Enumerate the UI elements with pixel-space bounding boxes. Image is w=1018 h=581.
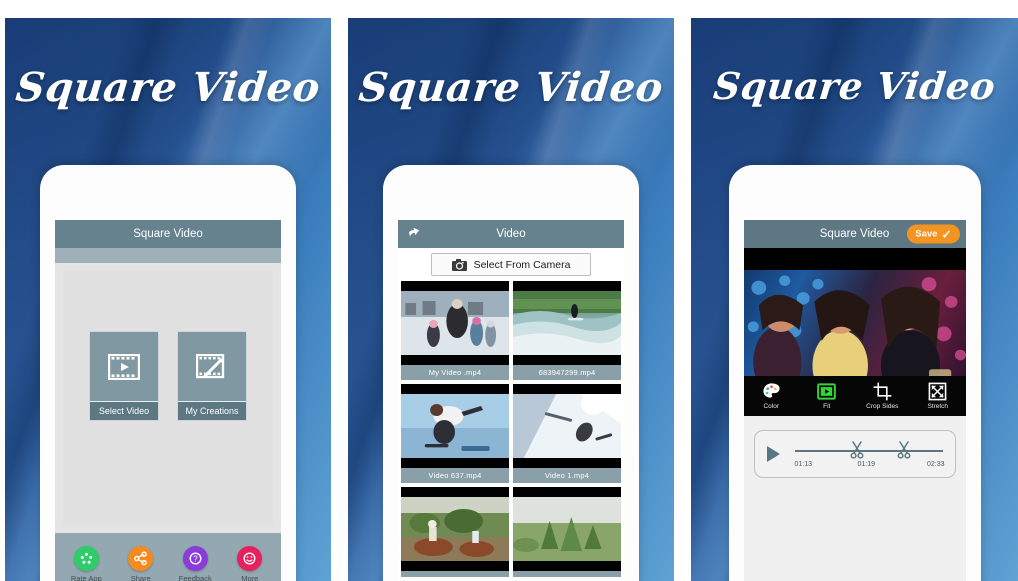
video-name: Video 637.mp4 — [401, 468, 509, 483]
video-thumbnail — [513, 281, 621, 365]
panel-1-content-area: Select Video My Creations — [55, 263, 281, 533]
panel-2-app-bar: Video — [398, 220, 624, 248]
panel-1-card: Select Video My Creations — [63, 271, 273, 525]
panel-3-phone-mockup: Square Video Save ✓ Color Fit Crop Sides… — [728, 165, 981, 581]
palette-icon — [762, 382, 781, 401]
film-wand-icon — [178, 332, 246, 401]
svg-text:?: ? — [193, 554, 198, 563]
edit-tool-stretch-label: Stretch — [927, 403, 949, 410]
video-name — [513, 571, 621, 577]
edit-tool-color[interactable]: Color — [745, 382, 797, 410]
skateboard-jump-scene — [401, 394, 509, 458]
video-thumbnail — [401, 281, 509, 365]
footer-share[interactable]: Share — [115, 545, 167, 581]
panel-1-subbar — [55, 248, 281, 263]
panel-3-content-area: Color Fit Crop Sides Stretch 01:13 01:19… — [743, 248, 966, 581]
video-thumbnail — [401, 487, 509, 571]
scissors-icon[interactable] — [850, 441, 864, 459]
select-video-tile[interactable]: Select Video — [89, 331, 159, 421]
video-thumbnail — [401, 384, 509, 468]
share-nodes-icon — [128, 545, 154, 571]
trim-mid-time: 01:19 — [857, 461, 876, 468]
footer-rate-app-label: Rate App — [70, 573, 102, 581]
star-circle-icon — [73, 545, 99, 571]
panel-2-phone-screen: Video Select From Camera My Video .mp4 6… — [398, 220, 624, 581]
footer-rate-app[interactable]: Rate App — [60, 545, 112, 581]
edit-tool-fit-label: Fit — [823, 403, 831, 410]
edit-tool-fit[interactable]: Fit — [801, 382, 853, 410]
video-name: Video 1.mp4 — [513, 468, 621, 483]
store-screenshot-panel-3: Square Video Square Video Save ✓ Color F… — [691, 18, 1018, 581]
video-name — [401, 571, 509, 577]
scissors-icon[interactable] — [897, 441, 911, 459]
snow-slope-scene — [513, 394, 621, 458]
fit-frame-icon — [817, 382, 837, 401]
back-arrow-icon[interactable] — [406, 226, 422, 242]
smiley-circle-icon — [237, 545, 263, 571]
edit-tool-crop-sides[interactable]: Crop Sides — [856, 382, 908, 410]
question-circle-icon: ? — [182, 545, 208, 571]
screenshot-stage: Square Video Square Video Select Video M… — [0, 0, 1018, 581]
edit-tool-stretch[interactable]: Stretch — [912, 382, 964, 410]
horse-riding-scene — [401, 497, 509, 561]
panel-1-footer-bar: Rate App Share ? Feedback More — [55, 533, 281, 581]
trim-end-time: 02:33 — [926, 461, 945, 468]
panel-3-app-bar-title: Square Video — [819, 228, 890, 240]
panel-2-content-area: Select From Camera My Video .mp4 6839472… — [398, 248, 624, 581]
video-grid-item[interactable]: Video 1.mp4 — [513, 384, 621, 483]
panel-2-hero-title: Square Video — [356, 64, 666, 111]
panel-1-tile-row: Select Video My Creations — [63, 331, 273, 421]
green-landscape-scene — [513, 497, 621, 561]
footer-share-label: Share — [130, 573, 151, 581]
video-preview[interactable]: Color Fit Crop Sides Stretch — [743, 248, 966, 416]
video-name: 683947299.mp4 — [513, 365, 621, 380]
my-creations-tile-label: My Creations — [178, 401, 246, 420]
select-from-camera-label: Select From Camera — [473, 258, 571, 271]
trim-start-time: 01:13 — [794, 461, 813, 468]
video-thumbnail — [513, 384, 621, 468]
trim-track[interactable] — [794, 450, 943, 452]
video-trim-bar[interactable]: 01:13 01:19 02:33 — [753, 430, 956, 478]
video-thumbnail — [513, 487, 621, 571]
panel-1-phone-mockup: Square Video Select Video My Creations R… — [40, 165, 296, 581]
camera-icon — [451, 258, 467, 271]
video-grid-item[interactable] — [513, 487, 621, 577]
panel-2-phone-mockup: Video Select From Camera My Video .mp4 6… — [383, 165, 639, 581]
crop-icon — [873, 382, 892, 401]
play-icon[interactable] — [766, 446, 780, 462]
video-grid-item[interactable] — [401, 487, 509, 577]
store-screenshot-panel-2: Square Video Video Select From Camera My… — [348, 18, 674, 581]
my-creations-tile[interactable]: My Creations — [177, 331, 247, 421]
stretch-arrows-icon — [928, 382, 947, 401]
store-screenshot-panel-1: Square Video Square Video Select Video M… — [5, 18, 331, 581]
panel-1-app-bar-title: Square Video — [133, 228, 203, 240]
footer-feedback-label: Feedback — [178, 573, 212, 581]
panel-1-phone-screen: Square Video Select Video My Creations R… — [55, 220, 281, 581]
check-icon: ✓ — [941, 227, 952, 241]
surfing-scene — [513, 291, 621, 355]
edit-tool-color-label: Color — [763, 403, 780, 410]
ice-skating-scene — [401, 291, 509, 355]
save-button[interactable]: Save ✓ — [907, 224, 960, 244]
video-grid-item[interactable]: My Video .mp4 — [401, 281, 509, 380]
panel-1-hero-title: Square Video — [13, 64, 323, 111]
video-grid-item[interactable]: Video 637.mp4 — [401, 384, 509, 483]
video-name: My Video .mp4 — [401, 365, 509, 380]
panel-3-hero-title: Square Video — [711, 64, 998, 108]
video-grid: My Video .mp4 683947299.mp4 Video 637.mp… — [398, 281, 624, 577]
select-video-tile-label: Select Video — [90, 401, 158, 420]
video-grid-item[interactable]: 683947299.mp4 — [513, 281, 621, 380]
panel-3-app-bar: Square Video Save ✓ — [743, 220, 966, 248]
panel-2-app-bar-title: Video — [496, 228, 526, 240]
footer-more[interactable]: More — [224, 545, 276, 581]
select-from-camera-button[interactable]: Select From Camera — [431, 253, 591, 276]
footer-feedback[interactable]: ? Feedback — [169, 545, 221, 581]
panel-1-app-bar: Square Video — [55, 220, 281, 248]
save-button-label: Save — [915, 228, 938, 240]
film-play-icon — [90, 332, 158, 401]
footer-more-label: More — [241, 573, 259, 581]
edit-toolbar: Color Fit Crop Sides Stretch — [743, 376, 966, 416]
panel-3-phone-screen: Square Video Save ✓ Color Fit Crop Sides… — [743, 220, 966, 581]
edit-tool-crop-label: Crop Sides — [866, 403, 899, 410]
